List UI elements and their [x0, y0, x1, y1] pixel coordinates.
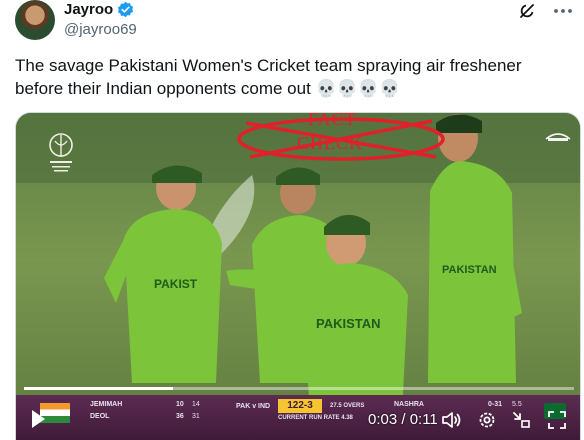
video-progress-fill — [24, 387, 173, 390]
video-controls: 0:03 / 0:11 — [16, 401, 580, 440]
broadcaster-logo — [544, 129, 572, 146]
video-player[interactable]: PAKIST PAKISTAN PAKISTAN FACT CHECK JEMI… — [15, 112, 581, 440]
minimize-icon[interactable] — [510, 409, 532, 431]
tournament-logo — [46, 131, 76, 175]
svg-text:PAKIST: PAKIST — [154, 277, 198, 291]
tweet-text-line-2: before their Indian opponents come out 💀… — [15, 79, 401, 98]
avatar[interactable] — [15, 0, 55, 40]
svg-text:PAKISTAN: PAKISTAN — [316, 316, 381, 331]
author-name-row: Jayroo — [64, 1, 134, 18]
tweet-text: The savage Pakistani Women's Cricket tea… — [15, 54, 570, 100]
volume-icon[interactable] — [440, 409, 462, 431]
grok-icon[interactable] — [516, 0, 538, 22]
fullscreen-icon[interactable] — [546, 409, 568, 431]
stamp-label-check: CHECK — [297, 133, 364, 153]
settings-icon[interactable] — [476, 409, 498, 431]
video-time: 0:03 / 0:11 — [368, 411, 438, 428]
tweet-actions-top — [516, 0, 574, 22]
play-icon[interactable] — [30, 409, 46, 429]
author-handle[interactable]: @jayroo69 — [64, 21, 137, 38]
video-progress-bar[interactable] — [24, 387, 574, 390]
display-name[interactable]: Jayroo — [64, 1, 113, 18]
verified-badge-icon — [118, 1, 134, 18]
more-icon[interactable] — [552, 0, 574, 22]
svg-text:PAKISTAN: PAKISTAN — [442, 264, 497, 276]
stamp-label-fact: FACT — [308, 112, 357, 129]
tweet-text-line-1: The savage Pakistani Women's Cricket tea… — [15, 56, 522, 75]
tweet: Jayroo @jayroo69 The savage Pakistani Wo… — [0, 0, 584, 440]
